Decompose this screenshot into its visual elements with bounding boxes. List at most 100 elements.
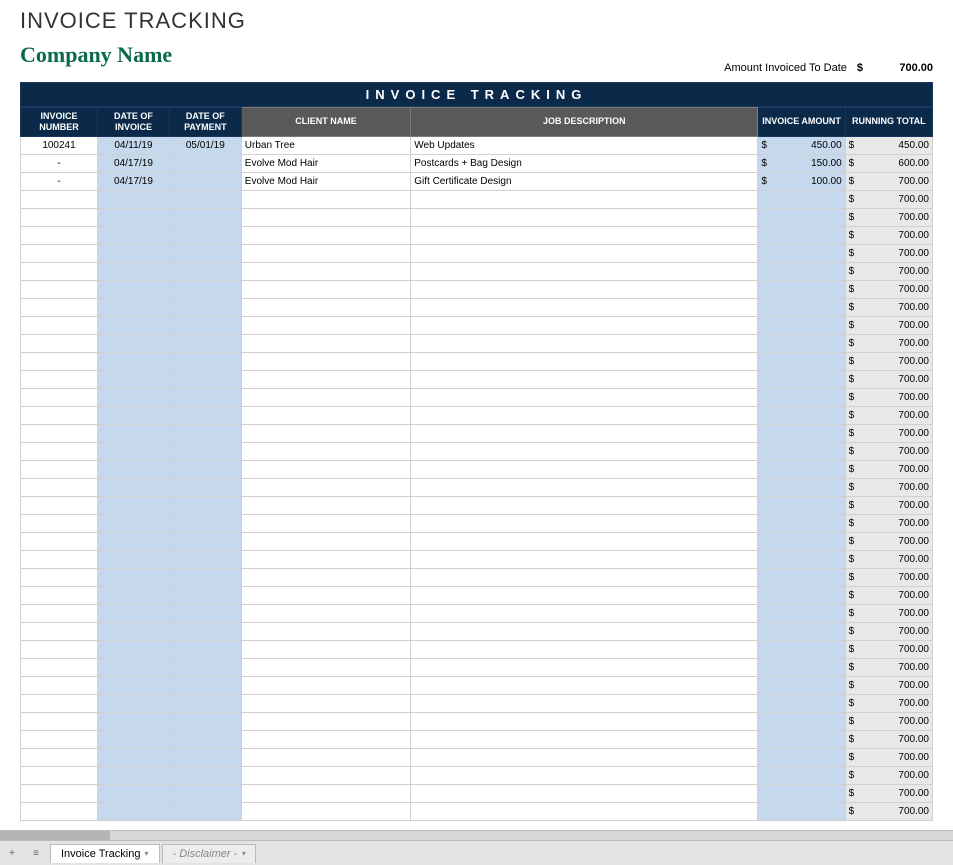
tab-disclaimer[interactable]: - Disclaimer - ▾ [162, 844, 257, 863]
table-row[interactable]: -04/17/19Evolve Mod HairGift Certificate… [21, 172, 933, 190]
cell-date-payment[interactable] [169, 406, 241, 424]
cell-date-payment[interactable] [169, 676, 241, 694]
col-job-description[interactable]: JOB DESCRIPTION [411, 108, 758, 137]
cell-running-total[interactable]: $700.00 [845, 244, 932, 262]
cell-job[interactable] [411, 694, 758, 712]
cell-date-invoice[interactable] [98, 712, 170, 730]
cell-client[interactable] [241, 640, 410, 658]
cell-invoice-number[interactable]: 100241 [21, 136, 98, 154]
cell-amount[interactable] [758, 550, 845, 568]
table-row[interactable]: $700.00 [21, 370, 933, 388]
table-row[interactable]: $700.00 [21, 676, 933, 694]
cell-invoice-number[interactable] [21, 766, 98, 784]
cell-invoice-number[interactable] [21, 712, 98, 730]
cell-date-payment[interactable] [169, 298, 241, 316]
table-row[interactable]: $700.00 [21, 352, 933, 370]
table-row[interactable]: $700.00 [21, 640, 933, 658]
cell-running-total[interactable]: $700.00 [845, 802, 932, 820]
col-date-invoice[interactable]: DATE OF INVOICE [98, 108, 170, 137]
scrollbar-thumb[interactable] [0, 831, 110, 840]
cell-date-payment[interactable] [169, 370, 241, 388]
cell-date-payment[interactable] [169, 316, 241, 334]
cell-date-payment[interactable] [169, 460, 241, 478]
cell-date-payment[interactable] [169, 658, 241, 676]
table-row[interactable]: $700.00 [21, 802, 933, 820]
cell-date-invoice[interactable] [98, 334, 170, 352]
cell-amount[interactable] [758, 712, 845, 730]
cell-job[interactable] [411, 748, 758, 766]
cell-date-invoice[interactable] [98, 424, 170, 442]
cell-client[interactable] [241, 658, 410, 676]
cell-job[interactable] [411, 244, 758, 262]
cell-date-payment[interactable] [169, 532, 241, 550]
cell-date-payment[interactable] [169, 802, 241, 820]
cell-job[interactable] [411, 370, 758, 388]
cell-invoice-number[interactable] [21, 334, 98, 352]
cell-invoice-number[interactable] [21, 694, 98, 712]
cell-invoice-number[interactable] [21, 514, 98, 532]
cell-date-invoice[interactable] [98, 802, 170, 820]
cell-running-total[interactable]: $700.00 [845, 748, 932, 766]
cell-running-total[interactable]: $700.00 [845, 514, 932, 532]
cell-date-invoice[interactable] [98, 784, 170, 802]
table-row[interactable]: $700.00 [21, 460, 933, 478]
table-row[interactable]: $700.00 [21, 442, 933, 460]
horizontal-scrollbar[interactable] [0, 830, 953, 840]
cell-client[interactable] [241, 316, 410, 334]
table-row[interactable]: $700.00 [21, 730, 933, 748]
cell-invoice-number[interactable] [21, 280, 98, 298]
cell-job[interactable] [411, 298, 758, 316]
cell-running-total[interactable]: $700.00 [845, 622, 932, 640]
cell-running-total[interactable]: $700.00 [845, 406, 932, 424]
cell-invoice-number[interactable] [21, 622, 98, 640]
cell-client[interactable] [241, 766, 410, 784]
table-row[interactable]: 10024104/11/1905/01/19Urban TreeWeb Upda… [21, 136, 933, 154]
cell-amount[interactable] [758, 244, 845, 262]
cell-date-invoice[interactable] [98, 532, 170, 550]
cell-amount[interactable] [758, 496, 845, 514]
cell-date-invoice[interactable] [98, 262, 170, 280]
cell-client[interactable] [241, 784, 410, 802]
cell-date-invoice[interactable] [98, 730, 170, 748]
cell-invoice-number[interactable] [21, 748, 98, 766]
cell-job[interactable] [411, 316, 758, 334]
table-row[interactable]: $700.00 [21, 208, 933, 226]
cell-running-total[interactable]: $700.00 [845, 172, 932, 190]
cell-date-invoice[interactable] [98, 316, 170, 334]
cell-running-total[interactable]: $700.00 [845, 424, 932, 442]
col-invoice-amount[interactable]: INVOICE AMOUNT [758, 108, 845, 137]
cell-date-invoice[interactable] [98, 496, 170, 514]
cell-amount[interactable] [758, 658, 845, 676]
col-running-total[interactable]: RUNNING TOTAL [845, 108, 932, 137]
cell-amount[interactable] [758, 388, 845, 406]
cell-amount[interactable] [758, 352, 845, 370]
cell-amount[interactable] [758, 208, 845, 226]
cell-client[interactable] [241, 712, 410, 730]
cell-client[interactable] [241, 334, 410, 352]
cell-date-payment[interactable] [169, 550, 241, 568]
cell-invoice-number[interactable] [21, 442, 98, 460]
cell-job[interactable] [411, 802, 758, 820]
cell-running-total[interactable]: $700.00 [845, 280, 932, 298]
cell-job[interactable] [411, 532, 758, 550]
cell-running-total[interactable]: $700.00 [845, 730, 932, 748]
cell-date-invoice[interactable] [98, 550, 170, 568]
table-row[interactable]: -04/17/19Evolve Mod HairPostcards + Bag … [21, 154, 933, 172]
cell-job[interactable] [411, 514, 758, 532]
cell-date-invoice[interactable] [98, 514, 170, 532]
cell-job[interactable]: Gift Certificate Design [411, 172, 758, 190]
cell-client[interactable] [241, 748, 410, 766]
cell-date-invoice[interactable] [98, 280, 170, 298]
cell-job[interactable] [411, 640, 758, 658]
cell-date-payment[interactable] [169, 514, 241, 532]
cell-date-payment[interactable] [169, 424, 241, 442]
cell-date-payment[interactable]: 05/01/19 [169, 136, 241, 154]
cell-date-payment[interactable] [169, 766, 241, 784]
cell-client[interactable] [241, 298, 410, 316]
cell-invoice-number[interactable] [21, 586, 98, 604]
company-name[interactable]: Company Name [20, 38, 172, 76]
cell-amount[interactable] [758, 676, 845, 694]
table-row[interactable]: $700.00 [21, 316, 933, 334]
cell-date-payment[interactable] [169, 586, 241, 604]
cell-amount[interactable] [758, 640, 845, 658]
